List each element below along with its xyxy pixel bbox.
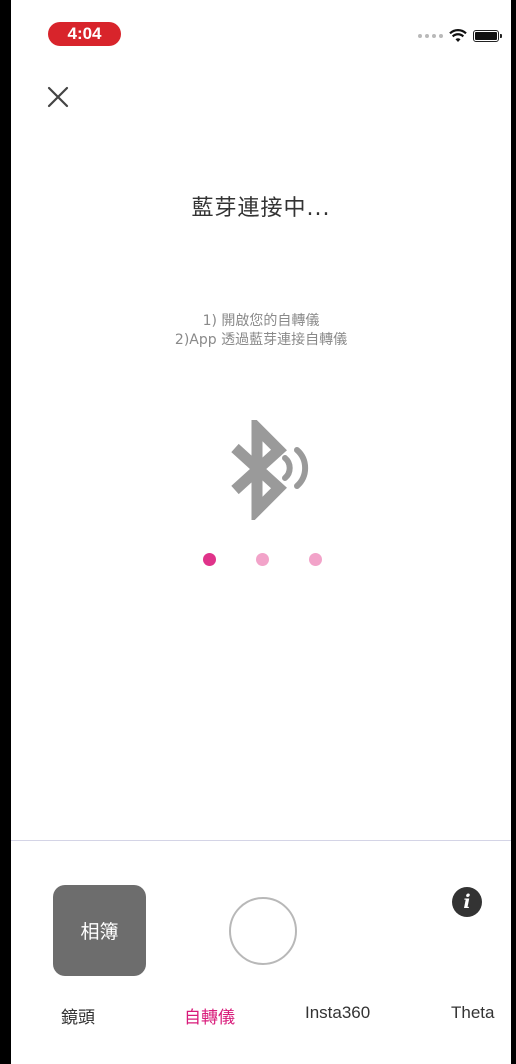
status-icons (418, 26, 502, 46)
connection-title: 藍芽連接中... (191, 196, 331, 221)
mode-tabs: 鏡頭 自轉儀 Insta360 Theta (11, 1003, 511, 1028)
close-icon (47, 86, 69, 108)
loading-dot (203, 553, 216, 566)
app-screen: 4:04 藍芽連接中... 1) 開啟您的自轉儀 2)App 透過藍芽連接自轉儀 (11, 0, 511, 1064)
status-time: 4:04 (48, 22, 121, 46)
signal-strength-icon (418, 34, 443, 38)
album-button[interactable]: 相簿 (53, 885, 146, 976)
loading-dot (309, 553, 322, 566)
tab-theta[interactable]: Theta (451, 1003, 494, 1023)
info-icon: i (463, 891, 471, 913)
shutter-button[interactable] (229, 897, 297, 965)
wifi-icon (449, 29, 467, 42)
battery-icon (473, 30, 502, 42)
instruction-step-1: 1) 開啟您的自轉儀 (202, 313, 320, 329)
close-button[interactable] (45, 84, 71, 110)
info-button[interactable]: i (452, 887, 482, 917)
loading-indicator (11, 553, 511, 567)
bluetooth-icon (231, 420, 309, 520)
tab-lens[interactable]: 鏡頭 (61, 1003, 95, 1028)
connection-instructions: 1) 開啟您的自轉儀 2)App 透過藍芽連接自轉儀 (11, 312, 511, 350)
instruction-step-2: 2)App 透過藍芽連接自轉儀 (174, 332, 348, 348)
tab-insta360[interactable]: Insta360 (305, 1003, 370, 1023)
tab-rotator[interactable]: 自轉儀 (184, 1003, 235, 1028)
bottom-divider (11, 840, 511, 841)
album-button-label: 相簿 (80, 921, 119, 943)
loading-dot (256, 553, 269, 566)
